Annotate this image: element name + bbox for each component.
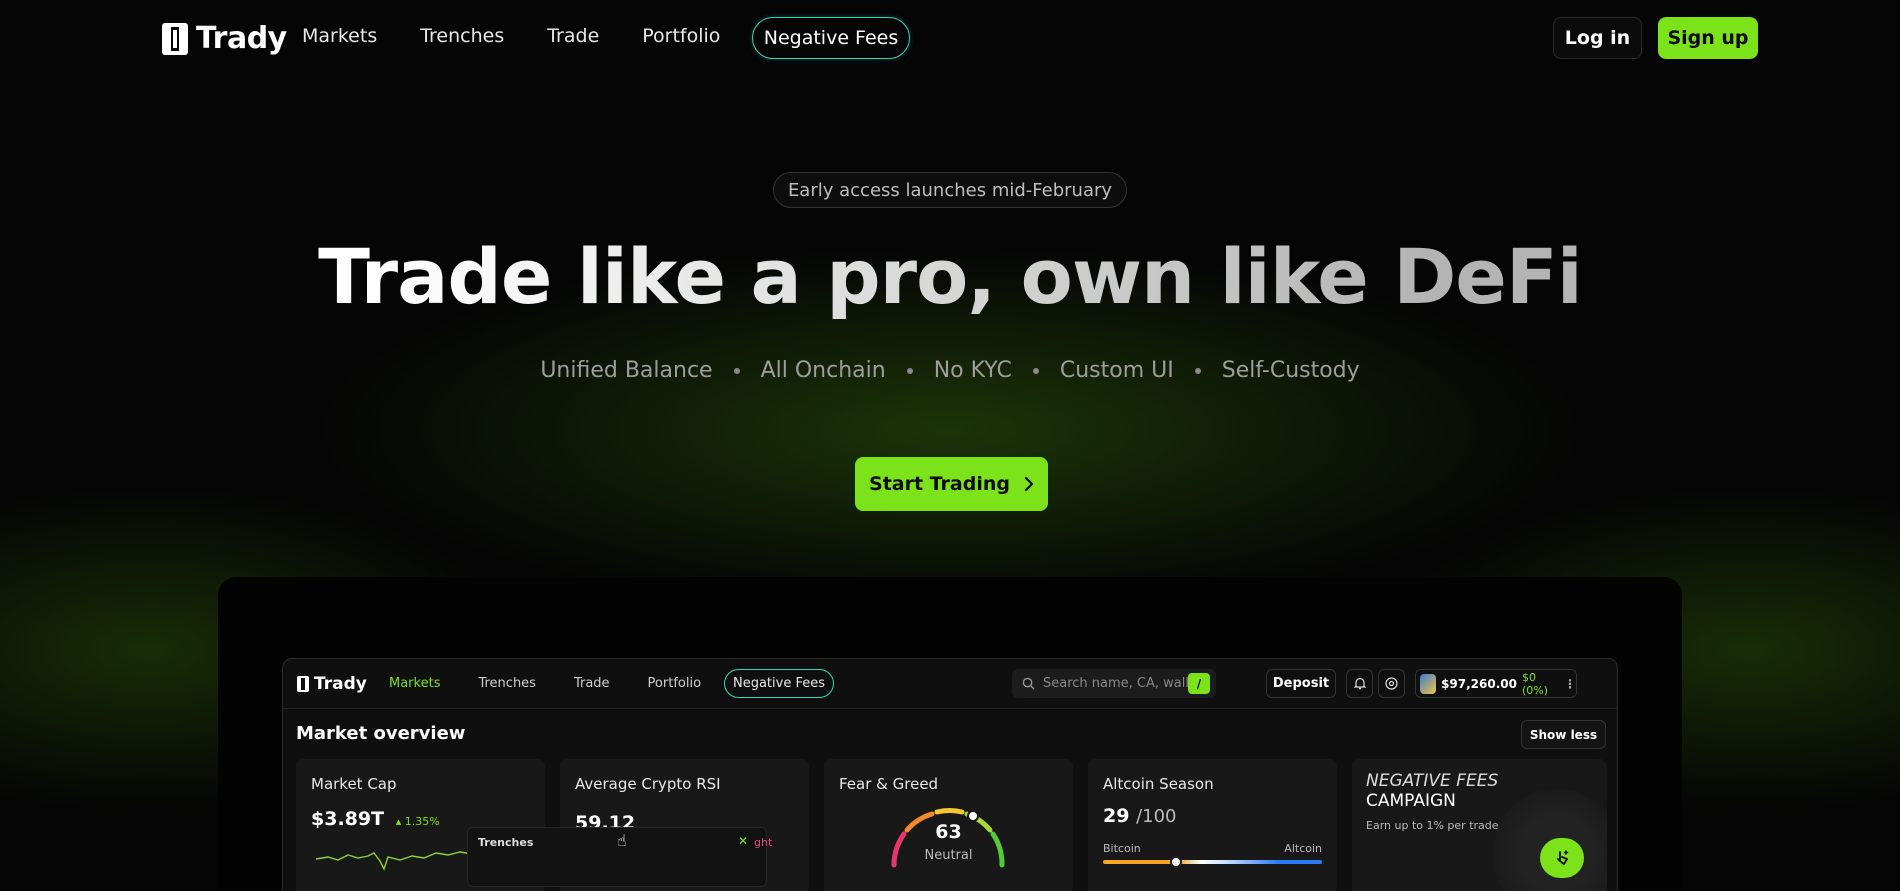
feature-list: Unified Balance All Onchain No KYC Custo…	[0, 358, 1900, 383]
nav-link-portfolio[interactable]: Portfolio	[642, 25, 720, 47]
trenches-popup-tail: ght	[754, 836, 773, 849]
feature-item: All Onchain	[760, 358, 886, 383]
more-vertical-icon: ⋮	[1564, 676, 1576, 691]
close-icon[interactable]: ✕	[738, 834, 748, 848]
start-trading-button[interactable]: Start Trading	[855, 457, 1048, 511]
login-button[interactable]: Log in	[1553, 17, 1642, 59]
start-trading-label: Start Trading	[869, 473, 1010, 495]
bullet-dot	[1194, 367, 1201, 374]
app-nav-links: Markets Trenches Trade Portfolio	[389, 676, 701, 691]
market-cap-change-value: 1.35%	[404, 815, 440, 828]
card-title: Altcoin Season	[1103, 775, 1214, 793]
wallet-balance-change: $0 (0%)	[1522, 670, 1549, 697]
nav-link-negative-fees[interactable]: Negative Fees	[752, 17, 910, 59]
altcoin-denominator: /100	[1136, 806, 1177, 827]
altcoin-value: 29	[1103, 805, 1130, 827]
app-nav-link-trade[interactable]: Trade	[574, 676, 610, 691]
nav-links: Markets Trenches Trade Portfolio	[302, 25, 720, 47]
app-search-input[interactable]: Search name, CA, wallet /	[1012, 669, 1216, 698]
altcoin-season-indicator	[1170, 856, 1182, 868]
market-overview-title: Market overview	[296, 723, 466, 744]
top-nav: Trady Markets Trenches Trade Portfolio N…	[0, 0, 1900, 78]
fear-greed-label: Neutral	[924, 848, 973, 863]
search-icon	[1022, 677, 1035, 690]
app-nav-link-negative-fees[interactable]: Negative Fees	[724, 669, 834, 698]
negative-fees-subtitle: Earn up to 1% per trade	[1366, 819, 1499, 832]
negative-fees-action-button[interactable]	[1540, 838, 1584, 878]
altcoin-season-value: 29 /100	[1103, 805, 1177, 827]
bitcoin-label: Bitcoin	[1103, 842, 1141, 855]
deposit-button[interactable]: Deposit	[1266, 669, 1336, 698]
app-preview: Trady Markets Trenches Trade Portfolio N…	[282, 658, 1618, 891]
market-cap-value: $3.89T	[311, 808, 385, 830]
hero-title: Trade like a pro, own like DeFi	[0, 232, 1900, 321]
bullet-dot	[733, 367, 740, 374]
nav-link-trade[interactable]: Trade	[547, 25, 599, 47]
signup-button[interactable]: Sign up	[1658, 17, 1758, 59]
trenches-popup-title: Trenches	[478, 836, 534, 849]
fear-greed-card: Fear & Greed 63 Neutral	[824, 759, 1073, 891]
bullet-dot	[1032, 367, 1039, 374]
app-logo[interactable]: Trady	[297, 674, 367, 694]
help-button[interactable]	[1378, 669, 1405, 698]
bell-icon	[1353, 677, 1366, 690]
altcoin-season-bar	[1103, 860, 1322, 864]
early-access-badge: Early access launches mid-February	[773, 172, 1127, 208]
app-nav: Trady Markets Trenches Trade Portfolio N…	[283, 659, 1617, 709]
notifications-button[interactable]	[1346, 669, 1373, 698]
app-nav-link-portfolio[interactable]: Portfolio	[648, 676, 701, 691]
app-nav-link-markets[interactable]: Markets	[389, 676, 440, 691]
nav-link-markets[interactable]: Markets	[302, 25, 377, 47]
market-cap-sparkline	[316, 846, 483, 871]
card-value: $3.89T ▴ 1.35%	[311, 808, 440, 830]
hand-cursor-icon: ☝	[617, 831, 627, 850]
feature-item: Unified Balance	[540, 358, 713, 383]
bullet-dot	[906, 367, 913, 374]
altcoin-scale-labels: Bitcoin Altcoin	[1103, 842, 1322, 855]
card-title: Average Crypto RSI	[575, 775, 721, 793]
feature-item: No KYC	[933, 358, 1012, 383]
logo-text: Trady	[196, 21, 287, 56]
app-logo-text: Trady	[314, 674, 367, 694]
logo-icon	[162, 22, 188, 55]
wallet-balance: $97,260.00	[1441, 676, 1517, 691]
altcoin-label: Altcoin	[1284, 842, 1322, 855]
app-nav-link-trenches[interactable]: Trenches	[478, 676, 535, 691]
negative-fees-title: NEGATIVE FEES	[1366, 771, 1499, 791]
market-cap-change: ▴ 1.35%	[395, 815, 440, 828]
feature-item: Self-Custody	[1221, 358, 1360, 383]
search-shortcut-key: /	[1188, 673, 1210, 694]
show-less-button[interactable]: Show less	[1521, 720, 1606, 749]
altcoin-season-card: Altcoin Season 29 /100 Bitcoin Altcoin	[1088, 759, 1337, 891]
feature-item: Custom UI	[1059, 358, 1174, 383]
avatar	[1420, 673, 1437, 694]
sparkle-pointer-icon	[1557, 850, 1569, 865]
logo-icon	[297, 676, 309, 692]
card-title: Market Cap	[311, 775, 397, 793]
nav-link-trenches[interactable]: Trenches	[420, 25, 504, 47]
help-icon	[1385, 677, 1398, 690]
negative-fees-title2: CAMPAIGN	[1366, 791, 1456, 811]
logo[interactable]: Trady	[162, 21, 287, 56]
wallet-balance-button[interactable]: $97,260.00 $0 (0%) ⋮	[1415, 669, 1577, 698]
fear-greed-value: 63	[935, 821, 962, 843]
search-placeholder: Search name, CA, wallet	[1043, 676, 1203, 691]
chevron-right-icon	[1024, 476, 1034, 492]
negative-fees-card: NEGATIVE FEES CAMPAIGN Earn up to 1% per…	[1352, 759, 1607, 891]
